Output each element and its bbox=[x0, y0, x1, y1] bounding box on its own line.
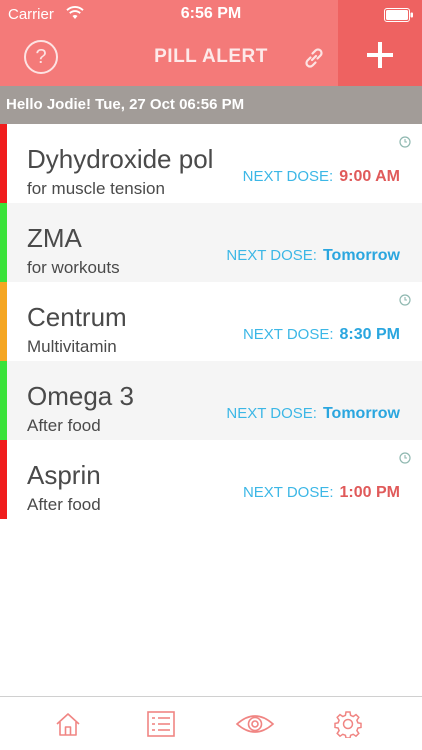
medication-name: Centrum bbox=[27, 302, 127, 332]
reminder-clock-icon bbox=[399, 294, 411, 306]
greeting-bar: Hello Jodie! Tue, 27 Oct 06:56 PM bbox=[0, 86, 422, 124]
status-time: 6:56 PM bbox=[180, 5, 242, 22]
next-dose-label: NEXT DOSE: bbox=[242, 326, 334, 343]
question-icon: ? bbox=[35, 46, 47, 68]
settings-gear-icon bbox=[334, 711, 362, 738]
medication-note: Multivitamin bbox=[27, 337, 117, 356]
tab-list[interactable] bbox=[135, 704, 187, 744]
medication-row[interactable]: Dyhydroxide pol for muscle tension NEXT DO… bbox=[0, 124, 422, 203]
status-indicator bbox=[0, 203, 7, 282]
medication-row[interactable]: Omega 3 After food NEXT DOSE: Tomorrow bbox=[0, 361, 422, 440]
next-dose-value: Tomorrow bbox=[322, 405, 400, 422]
next-dose: NEXT DOSE: 1:00 PM bbox=[243, 484, 400, 502]
medication-name: Omega 3 bbox=[27, 381, 134, 411]
status-indicator bbox=[0, 282, 7, 361]
next-dose-value: 9:00 AM bbox=[339, 168, 400, 185]
tab-home[interactable] bbox=[42, 704, 94, 744]
next-dose-value: 8:30 PM bbox=[339, 326, 400, 343]
medication-list: Dyhydroxide pol for muscle tension NEXT DO… bbox=[0, 124, 422, 519]
next-dose-label: NEXT DOSE: bbox=[242, 484, 334, 501]
eye-icon bbox=[235, 715, 275, 733]
list-icon bbox=[147, 711, 175, 737]
status-indicator bbox=[0, 440, 7, 519]
next-dose: NEXT DOSE: Tomorrow bbox=[226, 247, 400, 265]
medication-note: After food bbox=[27, 416, 101, 435]
reminder-clock-icon bbox=[399, 452, 411, 464]
medication-name: Dyhydroxide pol bbox=[27, 144, 214, 174]
status-bar: Carrier 6:56 PM bbox=[0, 0, 422, 30]
next-dose-label: NEXT DOSE: bbox=[226, 405, 317, 422]
status-indicator bbox=[0, 124, 7, 203]
medication-name: ZMA bbox=[27, 223, 82, 253]
add-medication-button[interactable] bbox=[338, 30, 422, 86]
tab-view[interactable] bbox=[229, 704, 281, 744]
next-dose-label: NEXT DOSE: bbox=[242, 168, 334, 185]
medication-row[interactable]: Centrum Multivitamin NEXT DOSE: 8:30 PM bbox=[0, 282, 422, 361]
home-icon bbox=[56, 713, 80, 736]
app-title: PILL ALERT bbox=[154, 46, 268, 67]
link-icon[interactable] bbox=[300, 44, 328, 72]
help-button[interactable]: ? bbox=[24, 40, 58, 74]
next-dose: NEXT DOSE: 9:00 AM bbox=[243, 168, 400, 186]
medication-row[interactable]: ZMA for workouts NEXT DOSE: Tomorrow bbox=[0, 203, 422, 282]
next-dose: NEXT DOSE: 8:30 PM bbox=[243, 326, 400, 344]
medication-note: for muscle tension bbox=[27, 179, 165, 198]
next-dose-value: Tomorrow bbox=[322, 247, 400, 264]
medication-note: for workouts bbox=[27, 258, 120, 277]
next-dose-label: NEXT DOSE: bbox=[226, 247, 317, 264]
reminder-clock-icon bbox=[399, 136, 411, 148]
tab-bar bbox=[0, 696, 422, 750]
tab-settings[interactable] bbox=[322, 704, 374, 744]
next-dose: NEXT DOSE: Tomorrow bbox=[226, 405, 400, 423]
next-dose-value: 1:00 PM bbox=[339, 484, 400, 501]
battery-icon bbox=[384, 8, 413, 22]
medication-name: Asprin bbox=[27, 460, 101, 490]
status-indicator bbox=[0, 361, 7, 440]
medication-row[interactable]: Asprin After food NEXT DOSE: 1:00 PM bbox=[0, 440, 422, 519]
medication-note: After food bbox=[27, 495, 101, 514]
